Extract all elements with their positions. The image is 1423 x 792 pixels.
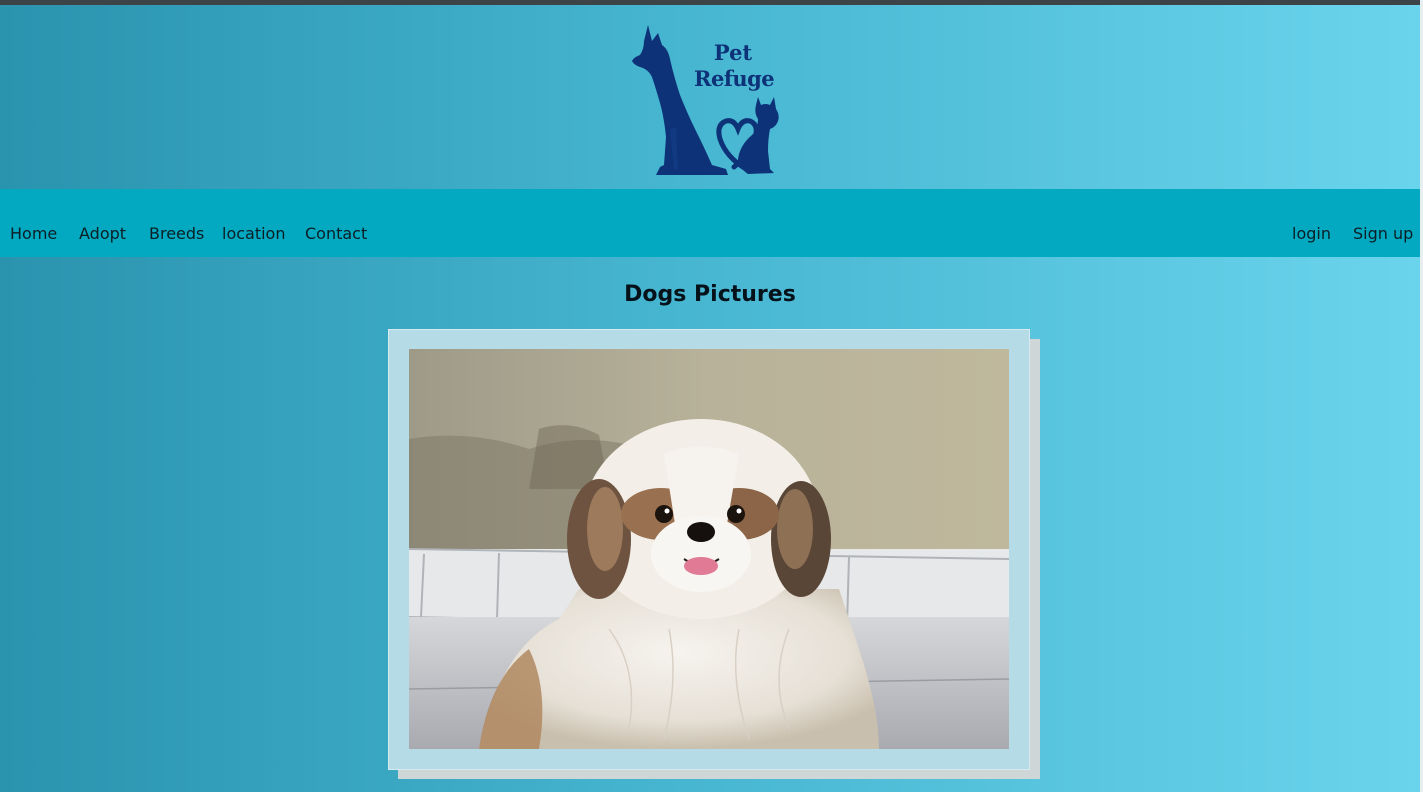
nav-signup-link[interactable]: Sign up [1353,224,1413,244]
site-header: Pet Refuge [0,5,1420,189]
page-title: Dogs Pictures [624,282,796,307]
logo-text-pet: Pet [713,40,753,65]
dog-and-cat-heart-icon [632,25,779,175]
nav-home-link[interactable]: Home [10,224,57,244]
logo-text-refuge: Refuge [694,66,775,91]
nav-breeds-link[interactable]: Breeds [149,224,204,244]
dog-photo [409,349,1009,749]
main-navbar: Home Adopt Breeds location Contact login… [0,189,1420,257]
pet-refuge-logo[interactable]: Pet Refuge [630,19,790,175]
nav-location-link[interactable]: location [222,224,285,244]
nav-contact-link[interactable]: Contact [305,224,367,244]
nav-adopt-link[interactable]: Adopt [79,224,126,244]
dog-image [409,349,1009,749]
nav-login-link[interactable]: login [1292,224,1331,244]
